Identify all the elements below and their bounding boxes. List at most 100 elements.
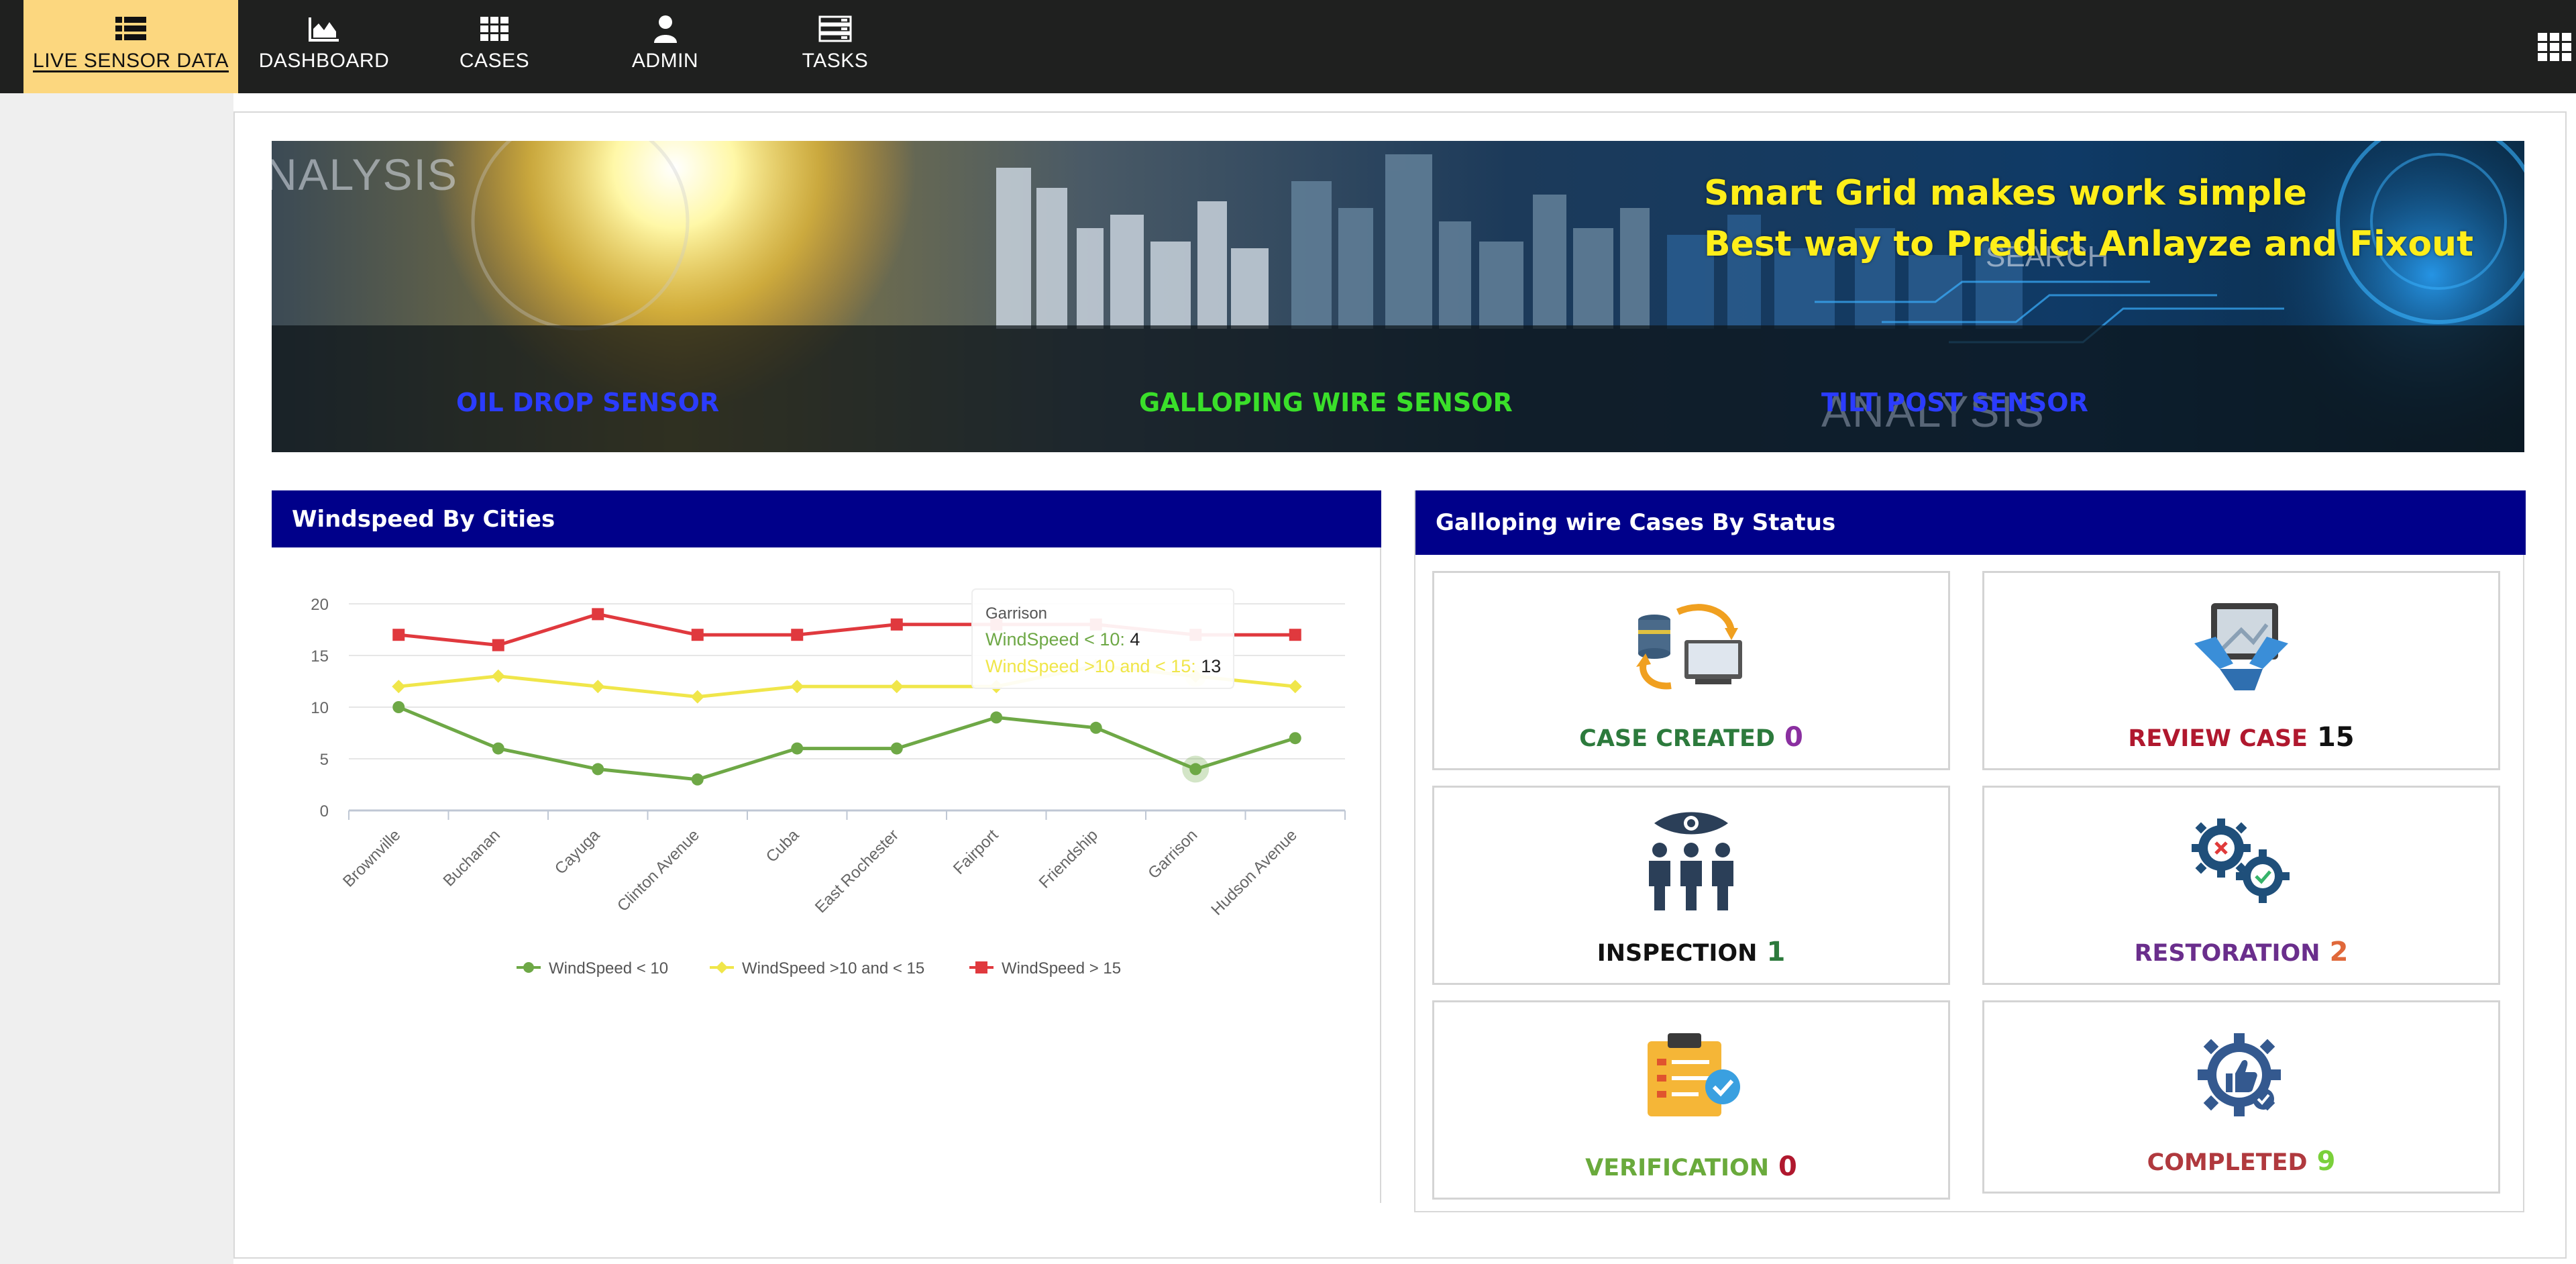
legend-marker [716, 961, 728, 973]
x-tick-label: Cayuga [551, 826, 604, 878]
list-icon [23, 13, 238, 44]
nav-cases[interactable]: CASES [429, 0, 559, 93]
gear-thumbs-up-icon [1984, 1019, 2498, 1133]
apps-grid-icon[interactable] [2537, 32, 2572, 62]
x-tick-label: Buchanan [439, 826, 504, 890]
status-count: 2 [2329, 937, 2349, 967]
x-tick-label: Fairport [950, 826, 1002, 878]
x-tick-label: Friendship [1036, 826, 1102, 892]
nav-tasks[interactable]: TASKS [771, 0, 899, 93]
data-point [790, 680, 804, 694]
data-point [791, 629, 804, 641]
banner-headline: Smart Grid makes work simple Best way to… [1704, 168, 2473, 270]
x-tick-label: Brownville [339, 826, 404, 890]
nav-dashboard[interactable]: DASHBOARD [255, 0, 393, 93]
windspeed-card: Windspeed By Cities 0 5 10 15 20 Brownville Bu… [272, 490, 1381, 1203]
tab-oil-drop-sensor[interactable]: OIL DROP SENSOR [456, 388, 719, 417]
y-tick-label: 15 [311, 647, 329, 666]
nav-label: ADMIN [631, 50, 699, 72]
data-point [1289, 732, 1301, 745]
status-tile-verification[interactable]: VERIFICATION 0 [1432, 1000, 1950, 1200]
tile-label: RESTORATION 2 [1984, 937, 2498, 967]
y-tick-label: 20 [311, 596, 329, 614]
hero-banner: NALYSIS SEARCH ANALYSIS Smart Grid makes… [272, 141, 2524, 452]
tooltip-title: Garrison [985, 604, 1047, 623]
windspeed-line-chart: 0 5 10 15 20 Brownville Buchanan Cayuga Clinton … [311, 588, 1346, 978]
card-title: Windspeed By Cities [272, 490, 1381, 547]
legend-label: WindSpeed >10 and < 15 [742, 959, 924, 978]
data-point [592, 608, 604, 621]
status-tile-review-case[interactable]: REVIEW CASE 15 [1982, 571, 2500, 770]
gears-icon [1984, 804, 2498, 918]
status-count: 9 [2316, 1146, 2336, 1177]
data-point [392, 629, 405, 641]
tooltip-row: WindSpeed >10 and < 15: 13 [985, 656, 1221, 676]
legend-marker [975, 961, 987, 973]
nav-label: CASES [459, 50, 530, 72]
legend-marker [523, 962, 534, 973]
data-point [491, 669, 505, 683]
data-point [592, 763, 604, 776]
status-tile-inspection[interactable]: INSPECTION 1 [1432, 786, 1950, 985]
card-title: Galloping wire Cases By Status [1415, 490, 2526, 555]
nav-label: TASKS [802, 50, 869, 72]
status-label: VERIFICATION [1585, 1155, 1770, 1181]
galloping-status-card: Galloping wire Cases By Status CASE CREA… [1414, 490, 2526, 1212]
y-tick-label: 0 [320, 802, 329, 821]
tile-label: REVIEW CASE 15 [1984, 722, 2498, 753]
status-tile-completed[interactable]: COMPLETED 9 [1982, 1000, 2500, 1194]
data-point [691, 773, 704, 786]
data-point [990, 711, 1003, 724]
nav-admin[interactable]: ADMIN [597, 0, 733, 93]
y-tick-label: 5 [320, 751, 329, 769]
data-point [1289, 629, 1301, 641]
status-label: REVIEW CASE [2128, 725, 2308, 752]
status-tile-case-created[interactable]: CASE CREATED 0 [1432, 571, 1950, 770]
tab-galloping-wire-sensor[interactable]: GALLOPING WIRE SENSOR [1139, 388, 1513, 417]
x-tick-label: Cuba [763, 826, 803, 866]
tile-label: VERIFICATION 0 [1434, 1151, 1948, 1182]
nav-label: LIVE SENSOR DATA [33, 50, 229, 72]
nav-label: DASHBOARD [258, 50, 390, 72]
tooltip-row: WindSpeed < 10: 4 [985, 629, 1140, 649]
x-tick-label: Garrison [1144, 826, 1201, 882]
status-tile-restoration[interactable]: RESTORATION 2 [1982, 786, 2500, 985]
legend-label: WindSpeed > 15 [1002, 959, 1121, 978]
x-tick-label: Hudson Avenue [1208, 826, 1301, 919]
data-point [1089, 721, 1102, 734]
x-tick-label: East Rochester [812, 826, 902, 916]
database-sync-icon [1434, 590, 1948, 704]
server-icon [771, 13, 899, 44]
status-count: 1 [1766, 937, 1786, 967]
nav-live-sensor-data[interactable]: LIVE SENSOR DATA [23, 0, 238, 93]
tooltip-value: 13 [1201, 656, 1221, 676]
data-point [591, 680, 605, 694]
legend-label: WindSpeed < 10 [549, 959, 668, 978]
user-icon [597, 13, 733, 44]
tile-label: CASE CREATED 0 [1434, 722, 1948, 753]
data-point [791, 742, 804, 755]
tooltip-value: 4 [1130, 629, 1140, 649]
status-count: 15 [2316, 722, 2355, 753]
tab-tilt-post-sensor[interactable]: TILT POST SENSOR [1821, 388, 2088, 417]
status-count: 0 [1784, 722, 1803, 753]
data-point [890, 680, 904, 694]
data-point [392, 680, 406, 694]
status-label: RESTORATION [2134, 940, 2320, 967]
series-line [398, 705, 1296, 782]
data-point [392, 701, 405, 713]
tile-label: COMPLETED 9 [1984, 1146, 2498, 1177]
data-point [492, 639, 504, 651]
data-point [890, 618, 903, 631]
y-tick-label: 10 [311, 699, 329, 717]
area-chart-icon [255, 13, 393, 44]
data-point [492, 742, 504, 755]
data-point [890, 742, 903, 755]
banner-watermark-text: NALYSIS [272, 150, 458, 199]
data-point [1288, 680, 1302, 694]
banner-headline-line1: Smart Grid makes work simple [1704, 173, 2307, 213]
tile-label: INSPECTION 1 [1434, 937, 1948, 967]
data-point [690, 690, 704, 704]
top-nav: LIVE SENSOR DATA DASHBOARD CASES ADMIN T… [0, 0, 2576, 93]
status-label: COMPLETED [2147, 1149, 2308, 1176]
